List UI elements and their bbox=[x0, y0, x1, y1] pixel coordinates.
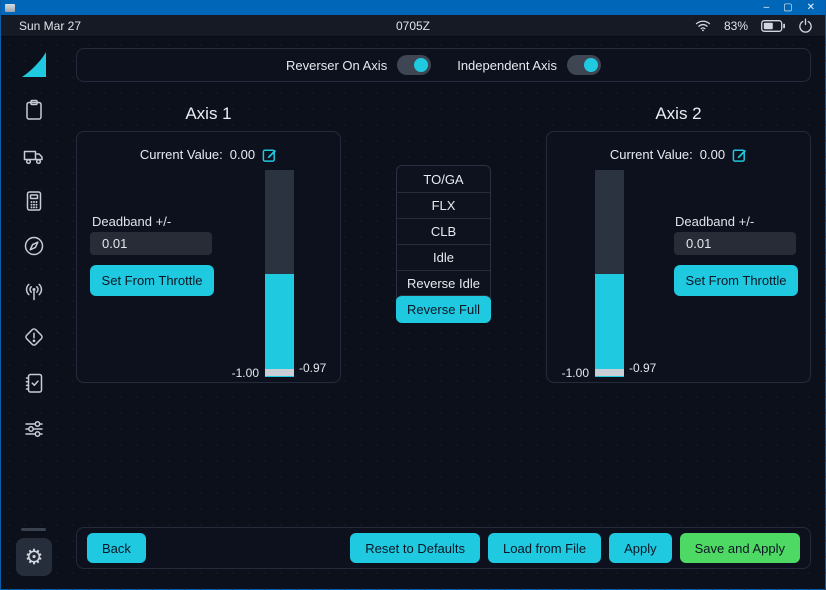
axis1-deadband-input[interactable] bbox=[90, 232, 212, 255]
axis1-title: Axis 1 bbox=[76, 104, 341, 124]
edit-icon[interactable] bbox=[732, 147, 747, 162]
independent-axis-label: Independent Axis bbox=[457, 58, 557, 73]
detent-reverse-full[interactable]: Reverse Full bbox=[396, 295, 491, 323]
sidebar-item-clipboard[interactable] bbox=[1, 98, 66, 122]
axis1-slider-track[interactable] bbox=[265, 170, 294, 377]
sidebar-item-settings[interactable]: ⚙ bbox=[16, 538, 52, 576]
toggle-knob bbox=[414, 58, 428, 72]
close-button[interactable]: ✕ bbox=[807, 0, 815, 15]
axis1-slider-handle[interactable] bbox=[265, 369, 294, 376]
axis2-slider-fill bbox=[595, 274, 624, 377]
detent-toga[interactable]: TO/GA bbox=[397, 166, 490, 192]
detent-flx[interactable]: FLX bbox=[397, 192, 490, 218]
detent-reverse-idle[interactable]: Reverse Idle bbox=[397, 270, 490, 296]
app-icon bbox=[5, 4, 15, 12]
save-and-apply-button[interactable]: Save and Apply bbox=[680, 533, 800, 563]
axis2-slider-handle-label: -0.97 bbox=[629, 361, 656, 375]
axis1-set-from-throttle-button[interactable]: Set From Throttle bbox=[90, 265, 214, 296]
axis1-slider-low-label: -1.00 bbox=[207, 366, 259, 380]
apply-button[interactable]: Apply bbox=[609, 533, 672, 563]
sidebar-item-checklist[interactable] bbox=[1, 371, 66, 395]
axis2-slider-low-label: -1.00 bbox=[537, 366, 589, 380]
axis2-deadband-input[interactable] bbox=[674, 232, 796, 255]
window-titlebar: – ▢ ✕ bbox=[1, 0, 825, 15]
detent-clb[interactable]: CLB bbox=[397, 218, 490, 244]
axis2-title: Axis 2 bbox=[546, 104, 811, 124]
power-icon[interactable] bbox=[798, 18, 813, 33]
footer-bar: Back Reset to Defaults Load from File Ap… bbox=[76, 527, 811, 569]
sidebar-item-calculator[interactable] bbox=[1, 189, 66, 213]
axis1-slider-handle-label: -0.97 bbox=[299, 361, 326, 375]
airline-logo-icon bbox=[1, 50, 66, 80]
sidebar-item-warning[interactable] bbox=[1, 325, 66, 349]
axis2-current-value: 0.00 bbox=[700, 147, 725, 162]
axis1-deadband-label: Deadband +/- bbox=[92, 214, 171, 229]
reverser-on-axis-toggle[interactable] bbox=[397, 55, 431, 75]
independent-axis-toggle[interactable] bbox=[567, 55, 601, 75]
status-bar: Sun Mar 27 0705Z 83% bbox=[1, 15, 825, 37]
maximize-button[interactable]: ▢ bbox=[783, 0, 792, 15]
battery-percent: 83% bbox=[724, 19, 748, 33]
sidebar-divider bbox=[21, 528, 46, 531]
axis1-card: Current Value: 0.00 Deadband +/- Set Fro… bbox=[76, 131, 341, 383]
axis1-slider-fill bbox=[265, 274, 294, 377]
gear-icon: ⚙ bbox=[25, 545, 44, 570]
edit-icon[interactable] bbox=[262, 147, 277, 162]
back-button[interactable]: Back bbox=[87, 533, 146, 563]
sidebar-item-compass[interactable] bbox=[1, 234, 66, 258]
sidebar-item-antenna[interactable] bbox=[1, 279, 66, 303]
sidebar-item-truck[interactable] bbox=[1, 144, 66, 168]
axis2-current-value-label: Current Value: bbox=[610, 147, 693, 162]
load-from-file-button[interactable]: Load from File bbox=[488, 533, 601, 563]
toggle-panel: Reverser On Axis Independent Axis bbox=[76, 48, 811, 82]
axis2-slider-track[interactable] bbox=[595, 170, 624, 377]
reverser-on-axis-label: Reverser On Axis bbox=[286, 58, 387, 73]
minimize-button[interactable]: – bbox=[764, 0, 770, 15]
axis2-deadband-label: Deadband +/- bbox=[675, 214, 754, 229]
detent-idle[interactable]: Idle bbox=[397, 244, 490, 270]
sidebar: ⚙ bbox=[1, 37, 66, 590]
sidebar-item-sliders[interactable] bbox=[1, 417, 66, 441]
detent-list: TO/GA FLX CLB Idle Reverse Idle Reverse … bbox=[396, 165, 491, 323]
axis2-card: Current Value: 0.00 Deadband +/- Set Fro… bbox=[546, 131, 811, 383]
axis2-slider-handle[interactable] bbox=[595, 369, 624, 376]
reset-to-defaults-button[interactable]: Reset to Defaults bbox=[350, 533, 480, 563]
axis1-current-value: 0.00 bbox=[230, 147, 255, 162]
app-window: – ▢ ✕ Sun Mar 27 0705Z 83% bbox=[0, 0, 826, 590]
axis1-current-value-label: Current Value: bbox=[140, 147, 223, 162]
axis2-set-from-throttle-button[interactable]: Set From Throttle bbox=[674, 265, 798, 296]
toggle-knob bbox=[584, 58, 598, 72]
wifi-icon bbox=[695, 19, 711, 32]
battery-icon bbox=[761, 20, 785, 32]
